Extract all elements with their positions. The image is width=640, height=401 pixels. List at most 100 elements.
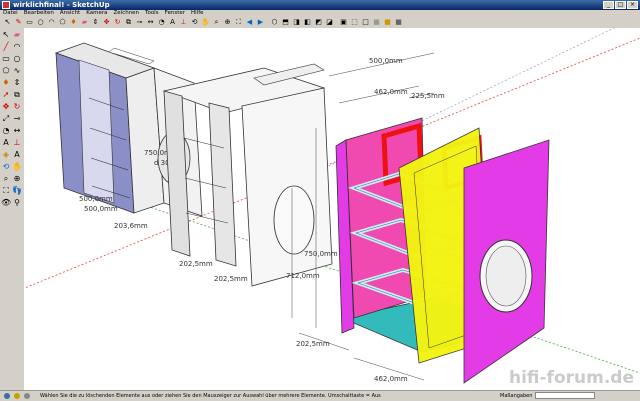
offset-icon[interactable]: ⧉ (124, 18, 133, 27)
lookaround-icon[interactable]: 👁 (1, 198, 11, 208)
pushpull-icon[interactable]: ⇕ (91, 18, 100, 27)
watermark: hifi-forum.de (508, 368, 634, 388)
previous-view-icon[interactable]: ◀ (245, 18, 254, 27)
hidden-line-icon[interactable]: □ (361, 18, 370, 27)
help-icon[interactable] (24, 393, 30, 399)
freehand-icon[interactable]: ∿ (12, 66, 22, 76)
dim-box3-height: 750,0mm (304, 250, 338, 258)
credits-icon[interactable] (14, 393, 20, 399)
maximize-button[interactable]: □ (615, 1, 626, 9)
select-icon[interactable]: ↖ (3, 18, 12, 27)
rectangle-icon[interactable]: ▭ (1, 54, 11, 64)
menu-fenster[interactable]: Fenster (165, 10, 185, 17)
dimension-icon[interactable]: ↔ (12, 126, 22, 136)
line-icon[interactable]: ╱ (1, 42, 11, 52)
geolocation-icon[interactable] (4, 393, 10, 399)
dim-box1-depth2: 500,0mm (84, 205, 118, 213)
axes-icon[interactable]: ⊥ (179, 18, 188, 27)
iso-view-icon[interactable]: ⬡ (270, 18, 279, 27)
front-view-icon[interactable]: ◨ (292, 18, 301, 27)
arc-icon[interactable]: ◠ (47, 18, 56, 27)
eraser-icon[interactable]: ▰ (80, 18, 89, 27)
menu-tools[interactable]: Tools (145, 10, 159, 17)
circle-icon[interactable]: ○ (12, 54, 22, 64)
dim-box2-width1: 202,5mm (179, 260, 213, 268)
window-title: wirklichfinal! - SketchUp (13, 1, 110, 9)
dim-box3-offset: 225,5mm (411, 92, 445, 100)
minimize-button[interactable]: _ (603, 1, 614, 9)
zoom-extents-icon[interactable]: ⛶ (234, 18, 243, 27)
section-icon[interactable]: ◈ (1, 150, 11, 160)
eraser-icon[interactable]: ▰ (12, 30, 22, 40)
dim-box3-bottom: 462,0mm (374, 375, 408, 383)
textured-icon[interactable]: ■ (383, 18, 392, 27)
status-bar: Wählen Sie die zu löschenden Elemente au… (0, 390, 640, 401)
dim-box3-inner: 462,0mm (374, 88, 408, 96)
menu-ansicht[interactable]: Ansicht (60, 10, 80, 17)
3dtext-icon[interactable]: A (12, 150, 22, 160)
monochrome-icon[interactable]: ■ (394, 18, 403, 27)
zoom-extents-icon[interactable]: ⛶ (1, 186, 11, 196)
dimension-icon[interactable]: ↔ (146, 18, 155, 27)
shaded-icon[interactable]: ■ (372, 18, 381, 27)
box3-model[interactable] (335, 117, 550, 384)
paint-icon[interactable]: ♦ (1, 78, 11, 88)
menu-zeichnen[interactable]: Zeichnen (113, 10, 139, 17)
rotate-icon[interactable]: ↻ (113, 18, 122, 27)
rotate-icon[interactable]: ↻ (12, 102, 22, 112)
orbit-icon[interactable]: ⟲ (190, 18, 199, 27)
scale-icon[interactable]: ⤢ (1, 114, 11, 124)
menu-kamera[interactable]: Kamera (86, 10, 107, 17)
polygon-icon[interactable]: ⬠ (1, 66, 11, 76)
protractor-icon[interactable]: ◔ (157, 18, 166, 27)
measurements-box[interactable] (535, 392, 595, 399)
circle-icon[interactable]: ○ (36, 18, 45, 27)
rectangle-icon[interactable]: ▭ (25, 18, 34, 27)
pan-icon[interactable]: ✋ (12, 162, 22, 172)
position-camera-icon[interactable]: ⚲ (12, 198, 22, 208)
zoom-icon[interactable]: ⌕ (1, 174, 11, 184)
dim-box1-width: 203,6mm (114, 222, 148, 230)
drawing-viewport[interactable]: 750,0mm d 300 500,0mm 500,0mm 203,6mm 20… (24, 28, 640, 390)
menu-datei[interactable]: Datei (3, 10, 18, 17)
move-icon[interactable]: ✥ (1, 102, 11, 112)
right-view-icon[interactable]: ◧ (303, 18, 312, 27)
menu-hilfe[interactable]: Hilfe (191, 10, 204, 17)
zoom-icon[interactable]: ⌕ (212, 18, 221, 27)
next-view-icon[interactable]: ▶ (256, 18, 265, 27)
pencil-icon[interactable]: ✎ (14, 18, 23, 27)
select-icon[interactable]: ↖ (1, 30, 11, 40)
close-button[interactable]: × (627, 1, 638, 9)
zoom-window-icon[interactable]: ⊕ (223, 18, 232, 27)
arc-icon[interactable]: ◠ (12, 42, 22, 52)
text-icon[interactable]: A (168, 18, 177, 27)
menu-bearbeiten[interactable]: Bearbeiten (24, 10, 54, 17)
walk-icon[interactable]: 👣 (12, 186, 22, 196)
wireframe-icon[interactable]: ⬚ (350, 18, 359, 27)
model-canvas[interactable]: 750,0mm d 300 500,0mm 500,0mm 203,6mm 20… (24, 28, 640, 390)
axes-icon[interactable]: ⊥ (12, 138, 22, 148)
orbit-icon[interactable]: ⟲ (1, 162, 11, 172)
tape-icon[interactable]: ⊸ (12, 114, 22, 124)
paint-icon[interactable]: ♦ (69, 18, 78, 27)
dim-box2-width2: 202,5mm (214, 275, 248, 283)
dim-box1-depth: 500,0mm (79, 195, 113, 203)
pan-icon[interactable]: ✋ (201, 18, 210, 27)
offset-icon[interactable]: ⧉ (12, 90, 22, 100)
protractor-icon[interactable]: ◔ (1, 126, 11, 136)
sketchup-app-icon[interactable] (2, 1, 10, 9)
window-controls: _ □ × (603, 1, 638, 9)
zoom-window-icon[interactable]: ⊕ (12, 174, 22, 184)
left-view-icon[interactable]: ◪ (325, 18, 334, 27)
polygon-icon[interactable]: ⬠ (58, 18, 67, 27)
xray-icon[interactable]: ▣ (339, 18, 348, 27)
dim-box3-small: 202,5mm (296, 340, 330, 348)
followme-icon[interactable]: ➚ (1, 90, 11, 100)
pushpull-icon[interactable]: ⇕ (12, 78, 22, 88)
text-icon[interactable]: A (1, 138, 11, 148)
back-view-icon[interactable]: ◩ (314, 18, 323, 27)
move-icon[interactable]: ✥ (102, 18, 111, 27)
tape-icon[interactable]: ⊸ (135, 18, 144, 27)
menu-bar: Datei Bearbeiten Ansicht Kamera Zeichnen… (0, 10, 640, 17)
top-view-icon[interactable]: ⬒ (281, 18, 290, 27)
